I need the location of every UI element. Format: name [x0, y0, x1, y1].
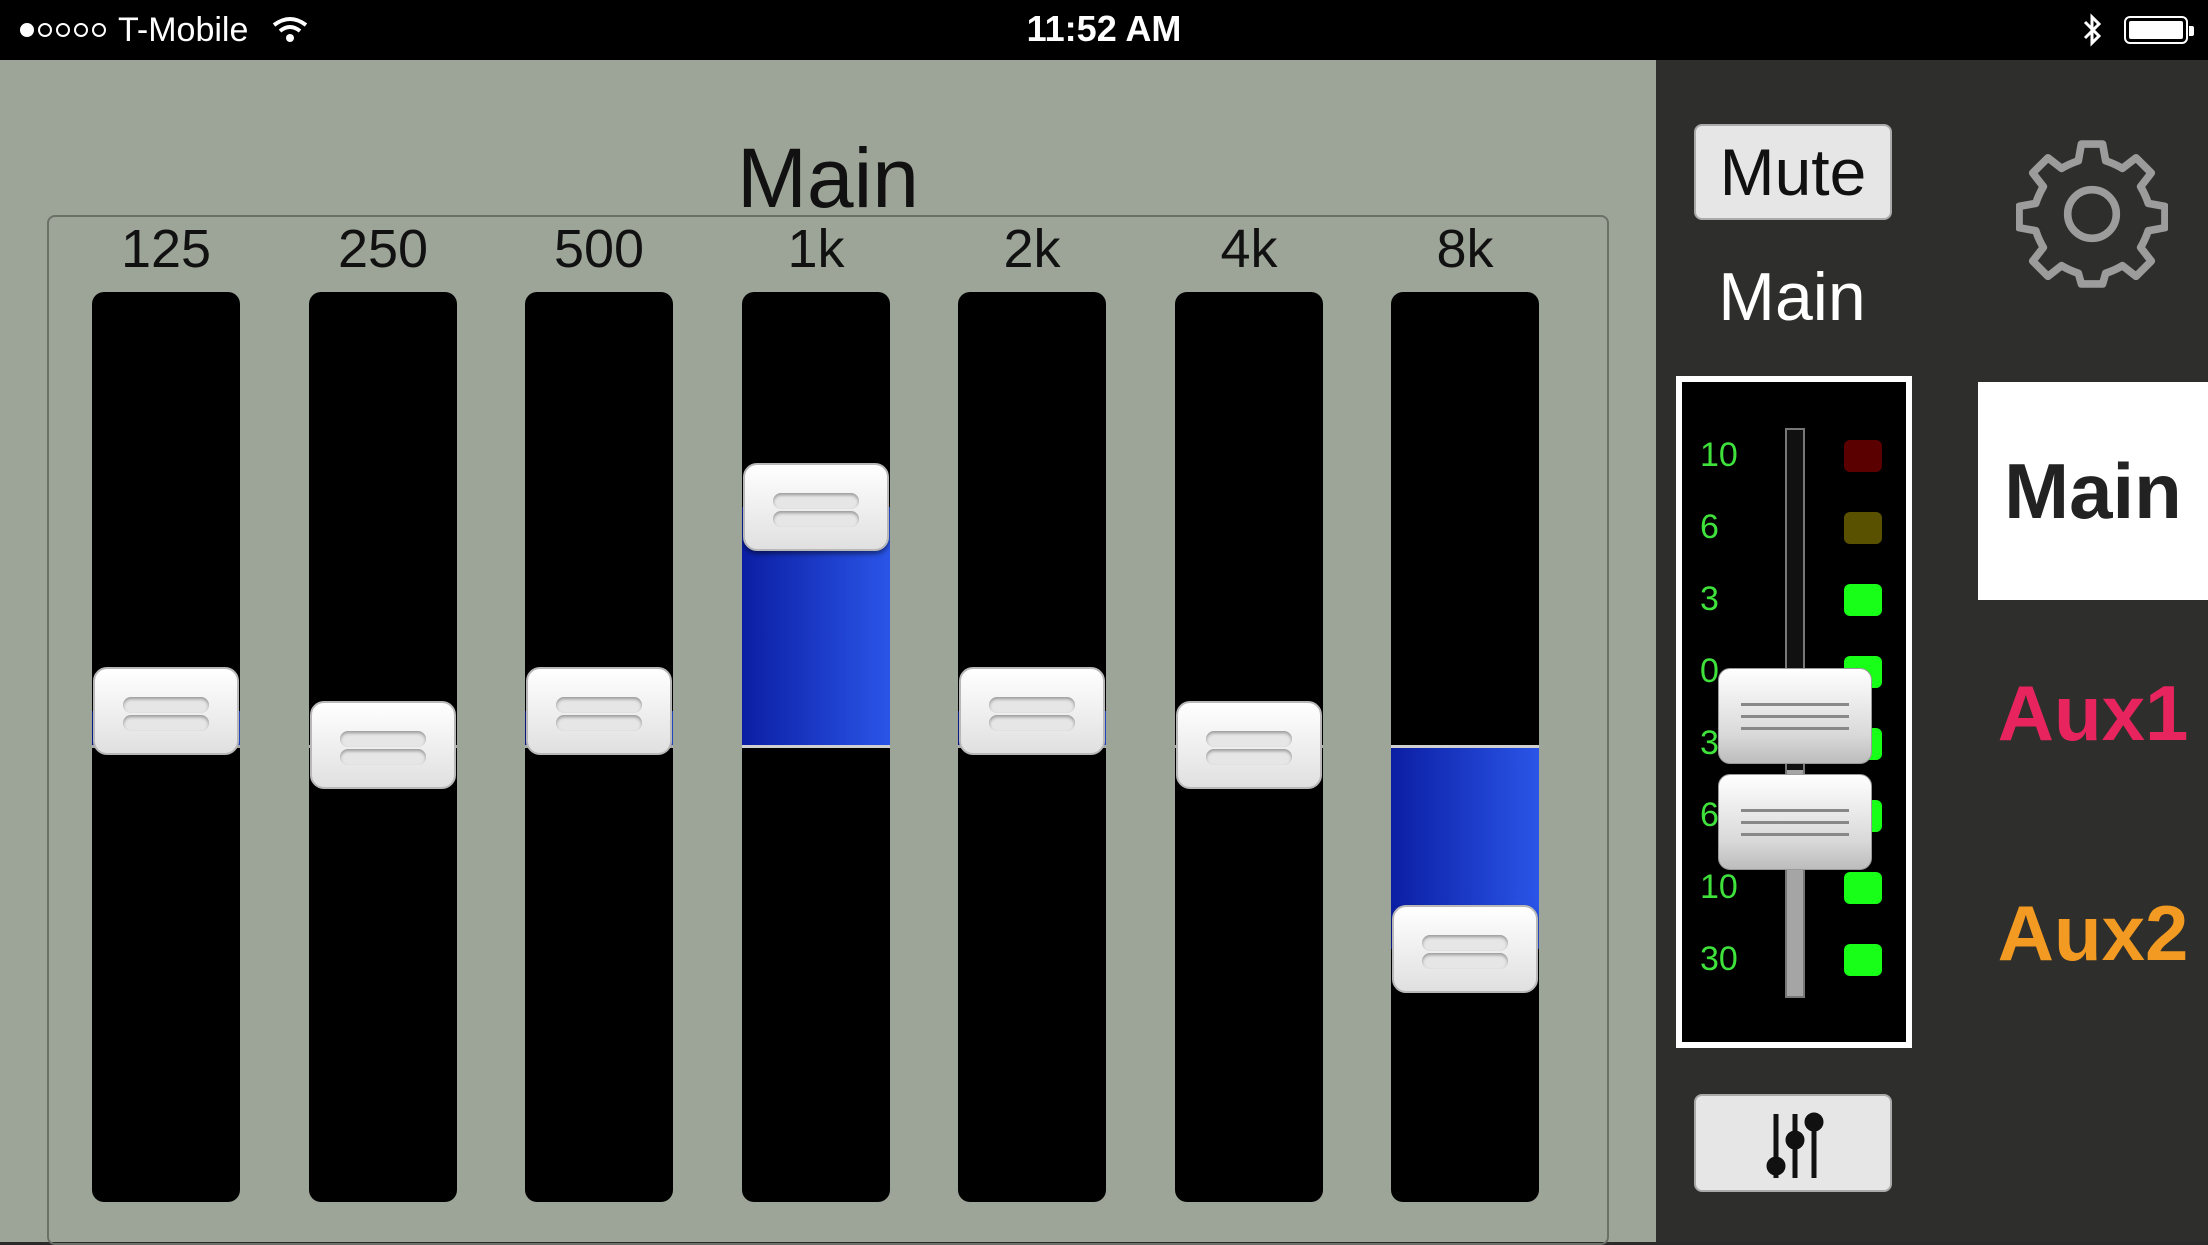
zero-line [1391, 745, 1539, 748]
eq-slider-track[interactable] [309, 292, 457, 1202]
band-label: 1k [787, 219, 845, 279]
eq-slider-knob[interactable] [310, 701, 456, 789]
band-label: 2k [1003, 219, 1061, 279]
meter-led [1844, 512, 1882, 544]
eq-slider-knob[interactable] [93, 667, 239, 755]
eq-slider-knob[interactable] [1176, 701, 1322, 789]
bus-tab-aux1[interactable]: Aux1 [1978, 604, 2208, 822]
meter-led [1844, 944, 1882, 976]
meter-led [1844, 584, 1882, 616]
status-right [2082, 10, 2194, 50]
eq-slider-track[interactable] [958, 292, 1106, 1202]
bluetooth-icon [2083, 13, 2102, 47]
gear-icon[interactable] [2016, 138, 2168, 290]
mute-button[interactable]: Mute [1694, 124, 1892, 220]
mixer-button[interactable] [1694, 1094, 1892, 1192]
clock: 11:52 AM [1026, 8, 1182, 49]
eq-title: Main [736, 131, 920, 225]
eq-slider-track[interactable] [92, 292, 240, 1202]
sliders-icon [1766, 1112, 1824, 1178]
band-label: 8k [1436, 219, 1494, 279]
eq-slider-track[interactable] [525, 292, 673, 1202]
meter-tick-label: 30 [1700, 940, 1738, 978]
bus-tab-aux2[interactable]: Aux2 [1978, 824, 2208, 1042]
fader-knob-secondary[interactable] [1718, 774, 1872, 870]
meter-led [1844, 872, 1882, 904]
meter-tick-label: 3 [1700, 580, 1719, 618]
battery-icon [2124, 16, 2194, 44]
meter-tick-label: 10 [1700, 868, 1738, 906]
fader-knob[interactable] [1718, 668, 1872, 764]
meter-tick-label: 6 [1700, 508, 1719, 546]
eq-slider-knob[interactable] [743, 463, 889, 551]
eq-slider-knob[interactable] [959, 667, 1105, 755]
eq-slider-track[interactable] [1175, 292, 1323, 1202]
eq-slider-knob[interactable] [1392, 905, 1538, 993]
eq-panel: Main 125 250 500 1k 2k 4k 8k [0, 60, 1656, 1245]
band-label: 500 [553, 219, 645, 279]
meter-tick-label: 10 [1700, 436, 1738, 474]
band-label: 125 [120, 219, 212, 279]
band-label: 250 [337, 219, 429, 279]
band-label: 4k [1220, 219, 1278, 279]
status-bar: T-Mobile 11:52 AM [0, 0, 2208, 60]
eq-slider-knob[interactable] [526, 667, 672, 755]
eq-slider-track[interactable] [742, 292, 890, 1202]
channel-name: Main [1718, 259, 1866, 335]
bus-tab-main[interactable]: Main [1978, 382, 2208, 600]
zero-line [742, 745, 890, 748]
meter-led [1844, 440, 1882, 472]
eq-slider-track[interactable] [1391, 292, 1539, 1202]
